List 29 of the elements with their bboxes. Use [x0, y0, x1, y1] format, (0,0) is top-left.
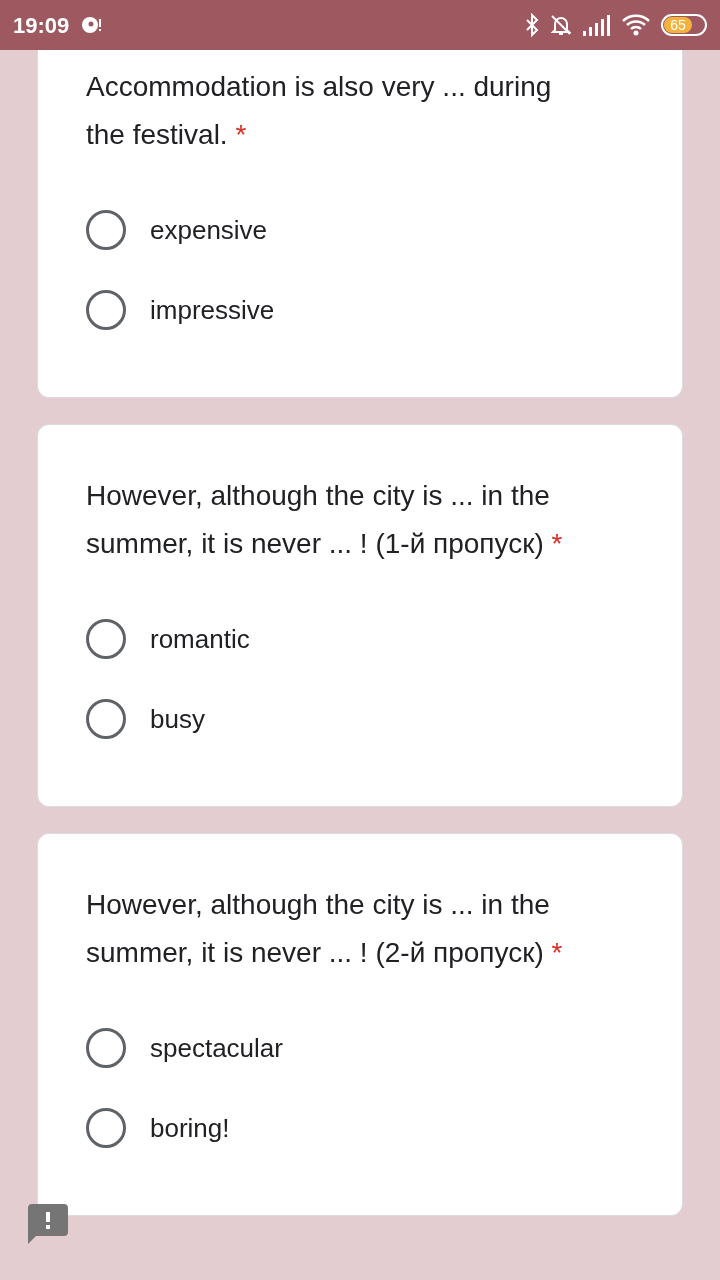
radio-button[interactable] [86, 699, 126, 739]
radio-button[interactable] [86, 210, 126, 250]
radio-button[interactable] [86, 619, 126, 659]
radio-button[interactable] [86, 290, 126, 330]
feedback-icon[interactable] [28, 1204, 68, 1244]
wifi-icon [621, 13, 651, 37]
option-label: romantic [150, 622, 250, 656]
radio-option[interactable]: impressive [86, 270, 592, 350]
question-text: However, although the city is ... in the summer, it is never ... ! (2-й пропуск) * [86, 888, 564, 970]
muted-bell-icon [549, 13, 573, 37]
battery-level: 65 [670, 18, 686, 32]
radio-button[interactable] [86, 1028, 126, 1068]
radio-option[interactable]: boring! [86, 1088, 592, 1168]
option-label: busy [150, 702, 205, 736]
option-label: boring! [150, 1111, 230, 1145]
radio-option[interactable]: expensive [86, 190, 592, 270]
radio-option[interactable]: spectacular [86, 1008, 592, 1088]
signal-icon [583, 14, 611, 36]
clock-time: 19:09 [13, 11, 70, 40]
radio-option[interactable]: busy [86, 679, 592, 759]
option-label: impressive [150, 293, 275, 327]
radio-option[interactable]: romantic [86, 599, 592, 679]
option-label: spectacular [150, 1031, 283, 1065]
question-text: Accommodation is also very ... during the festival. * [86, 70, 553, 152]
bluetooth-icon [525, 13, 539, 37]
radio-button[interactable] [86, 1108, 126, 1148]
option-label: expensive [150, 213, 268, 247]
disc-icon [81, 15, 104, 35]
question-text: However, although the city is ... in the summer, it is never ... ! (1-й пропуск) * [86, 479, 564, 561]
